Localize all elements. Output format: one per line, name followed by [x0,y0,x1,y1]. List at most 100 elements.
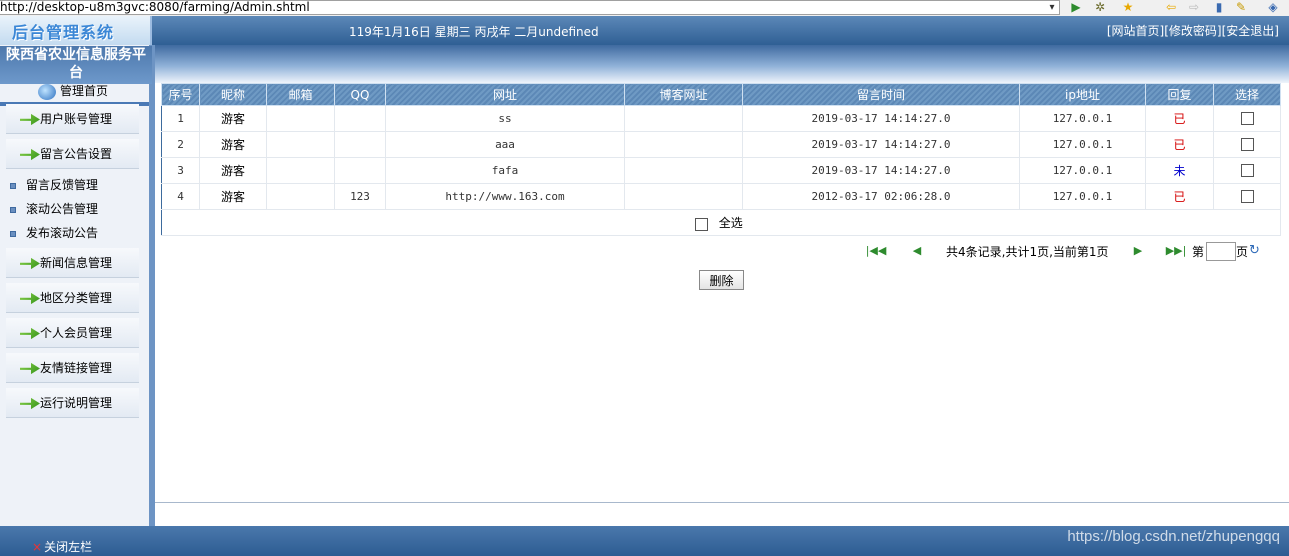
arrow-icon [20,113,40,126]
col-header-select: 选择 [1213,83,1281,106]
cell-blog [624,183,743,210]
address-input[interactable]: http://desktop-u8m3gvc:8080/farming/Admi… [0,0,1060,15]
page-icon[interactable]: ▮ [1211,0,1227,14]
page-number-input[interactable] [1206,242,1236,261]
col-header-email: 邮箱 [266,83,335,106]
sidebar-item-regions[interactable]: 地区分类管理 [6,283,139,313]
sidebar-item-operations[interactable]: 运行说明管理 [6,388,139,418]
sidebar-item-message-settings[interactable]: 留言公告设置 [6,139,139,169]
cell-blog [624,157,743,184]
arrow-icon [20,397,40,410]
cell-select [1213,157,1281,184]
tools-icon[interactable]: ✎ [1233,0,1249,14]
cell-email [266,131,335,158]
sidebar-subitem-feedback[interactable]: 留言反馈管理 [10,176,98,194]
logo: 后台管理系统 [12,23,115,42]
select-all-row: 全选 [161,209,1281,236]
col-header-ip: ip地址 [1019,83,1146,106]
sidebar-item-user-accounts[interactable]: 用户账号管理 [6,104,139,134]
table-row: 3 游客 fafa 2019-03-17 14:14:27.0 127.0.0.1 未 [161,157,1281,184]
cell-nick: 游客 [199,183,267,210]
arrow-icon [20,362,40,375]
change-password-link[interactable]: [修改密码] [1164,24,1221,38]
sidebar-subitem-scroll-notice[interactable]: 滚动公告管理 [10,200,98,218]
sidebar-item-label: 留言公告设置 [40,147,113,161]
sidebar-subitem-label: 滚动公告管理 [26,202,99,216]
cell-ip: 127.0.0.1 [1019,157,1146,184]
sidebar-item-label: 地区分类管理 [40,291,113,305]
last-page-icon[interactable]: ▶▶| [1165,244,1187,258]
sidebar-home-link[interactable]: 管理首页 [38,82,108,102]
go-page-icon[interactable]: ↻ [1249,244,1265,258]
sidebar-item-label: 个人会员管理 [40,326,113,340]
browser-toolbar: http://desktop-u8m3gvc:8080/farming/Admi… [0,0,1289,16]
cell-time: 2019-03-17 14:14:27.0 [742,131,1020,158]
sidebar-subitem-label: 发布滚动公告 [26,226,99,240]
cell-select [1213,105,1281,132]
cell-select [1213,183,1281,210]
cell-url[interactable]: aaa [385,131,625,158]
row-checkbox[interactable] [1240,190,1254,204]
cell-nick: 游客 [199,131,267,158]
next-page-icon[interactable]: ▶ [1127,244,1149,258]
pager-summary: 共4条记录,共计1页,当前第1页 [946,245,1109,259]
row-checkbox[interactable] [1240,164,1254,178]
first-page-icon[interactable]: |◀◀ [865,244,887,258]
sidebar-subitem-label: 留言反馈管理 [26,178,99,192]
cell-ip: 127.0.0.1 [1019,105,1146,132]
cell-email [266,157,335,184]
delete-button[interactable]: 删除 [699,270,744,290]
cell-url[interactable]: ss [385,105,625,132]
back-icon[interactable]: ⇦ [1163,0,1179,14]
header-bar [0,16,1289,45]
cell-reply: 未 [1145,157,1214,184]
top-links: [网站首页][修改密码][安全退出] [1107,22,1279,39]
cell-blog [624,131,743,158]
table-header-row: 序号 昵称 邮箱 QQ 网址 博客网址 留言时间 ip地址 回复 选择 [161,83,1281,106]
cell-ip: 127.0.0.1 [1019,183,1146,210]
site-home-link[interactable]: [网站首页] [1107,24,1164,38]
sidebar-item-links[interactable]: 友情链接管理 [6,353,139,383]
sidebar-item-label: 运行说明管理 [40,396,113,410]
cell-qq [334,105,386,132]
site-name: 陕西省农业信息服务平台 [0,46,152,84]
logout-link[interactable]: [安全退出] [1222,24,1279,38]
cell-nick: 游客 [199,105,267,132]
prev-page-icon[interactable]: ◀ [906,244,928,258]
date-line: 119年1月16日 星期三 丙戌年 二月undefined [349,25,599,39]
cell-email [266,105,335,132]
close-sidebar-link[interactable]: × 关闭左栏 [32,538,92,555]
cell-url[interactable]: http://www.163.com [385,183,625,210]
cell-url[interactable]: fafa [385,157,625,184]
table-row: 4 游客 123 http://www.163.com 2012-03-17 02:06… [161,183,1281,210]
select-all-checkbox[interactable] [695,217,709,231]
cell-no: 2 [161,131,200,158]
sidebar-subitem-publish-notice[interactable]: 发布滚动公告 [10,224,98,242]
close-sidebar-label: 关闭左栏 [44,540,93,554]
cell-reply: 已 [1145,183,1214,210]
cell-blog [624,105,743,132]
arrow-icon [20,327,40,340]
cell-time: 2012-03-17 02:06:28.0 [742,183,1020,210]
bullet-icon [10,182,16,189]
sidebar-item-members[interactable]: 个人会员管理 [6,318,139,348]
favorites-icon[interactable]: ★ [1120,0,1136,14]
header-band [0,45,1289,83]
settings-icon[interactable]: ✲ [1092,0,1108,14]
row-checkbox[interactable] [1240,112,1254,126]
sidebar-item-news[interactable]: 新闻信息管理 [6,248,139,278]
cell-time: 2019-03-17 14:14:27.0 [742,157,1020,184]
home-label: 管理首页 [60,84,109,98]
arrow-icon [20,148,40,161]
cell-qq [334,157,386,184]
sidebar-item-label: 新闻信息管理 [40,256,113,270]
cell-no: 3 [161,157,200,184]
table-row: 1 游客 ss 2019-03-17 14:14:27.0 127.0.0.1 已 [161,105,1281,132]
forward-icon[interactable]: ⇨ [1186,0,1202,14]
help-icon[interactable]: ◈ [1265,0,1281,14]
address-dropdown-icon[interactable]: ▾ [1044,0,1060,15]
go-icon[interactable]: ▶ [1068,0,1084,14]
row-checkbox[interactable] [1240,138,1254,152]
cell-qq [334,131,386,158]
pager-page-suffix: 页 [1236,245,1249,259]
